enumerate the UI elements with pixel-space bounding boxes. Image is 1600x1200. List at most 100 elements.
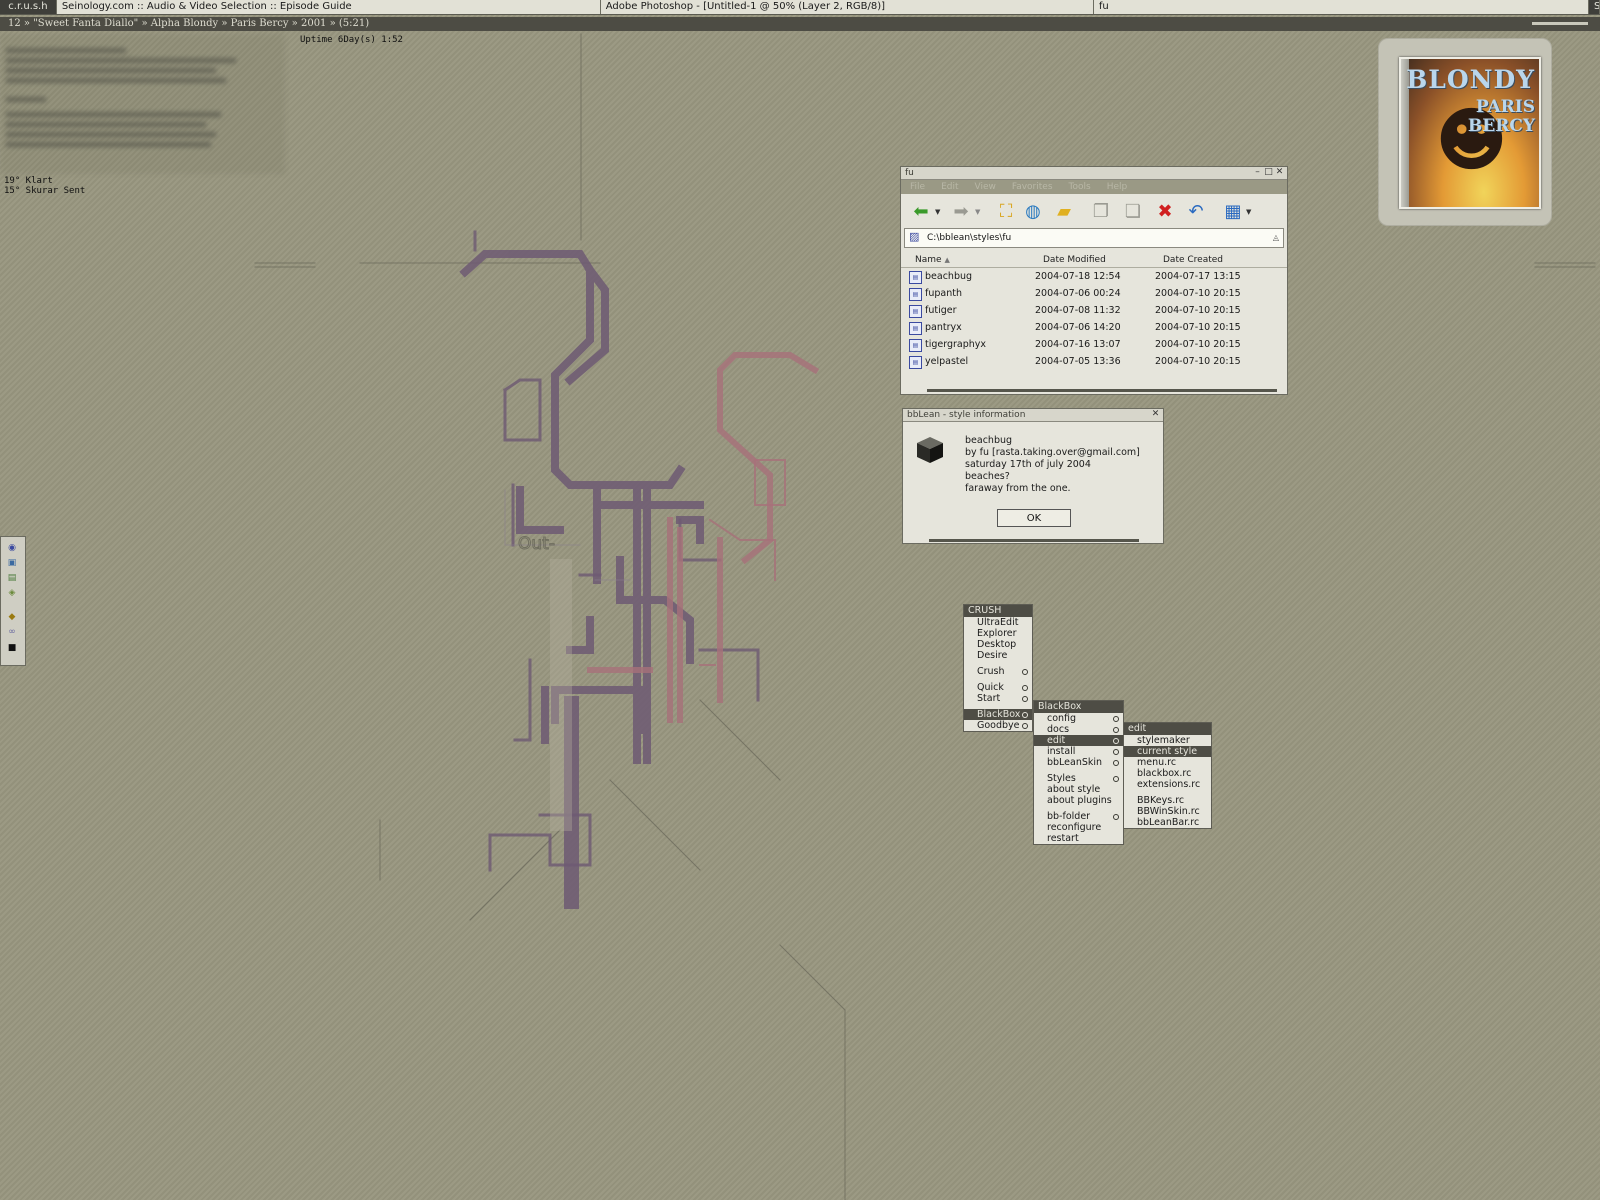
- blackbox-menu-title[interactable]: BlackBox: [1034, 701, 1123, 713]
- menu-item-ultraedit[interactable]: UltraEdit: [964, 617, 1032, 628]
- menu-tools[interactable]: Tools: [1060, 180, 1098, 194]
- menu-item-extensions-rc[interactable]: extensions.rc: [1124, 779, 1211, 790]
- menu-item-docs[interactable]: docs: [1034, 724, 1123, 735]
- file-list: ▤ beachbug 2004-07-18 12:54 2004-07-17 13:1…: [901, 268, 1287, 370]
- address-input[interactable]: C:\bblean\styles\fu: [927, 229, 1011, 247]
- explorer-window: fu – □ ✕ File Edit View Favorites Tools …: [900, 166, 1288, 395]
- folder-up-icon[interactable]: ⛶: [995, 201, 1017, 223]
- edit-menu-title[interactable]: edit: [1124, 723, 1211, 735]
- uptime-readout: Uptime 6Day(s) 1:52: [300, 35, 403, 45]
- explorer-titlebar[interactable]: fu – □ ✕: [901, 167, 1287, 180]
- globe-icon[interactable]: ◉: [6, 543, 18, 554]
- start-label[interactable]: c.r.u.s.h: [0, 0, 57, 14]
- submenu-indicator-icon: [1022, 685, 1028, 691]
- menu-item-edit[interactable]: edit: [1034, 735, 1123, 746]
- globe-icon[interactable]: ◍: [1022, 201, 1044, 223]
- file-name: beachbug: [925, 271, 973, 282]
- back-arrow-icon[interactable]: ⬅: [910, 201, 932, 223]
- column-date-modified[interactable]: Date Modified: [1043, 253, 1163, 267]
- menu-item-bbwinskin-rc[interactable]: BBWinSkin.rc: [1124, 806, 1211, 817]
- table-row[interactable]: ▤ pantryx 2004-07-06 14:20 2004-07-10 20:15: [901, 319, 1287, 336]
- menu-item-desktop[interactable]: Desktop: [964, 639, 1032, 650]
- folders-icon[interactable]: ▰: [1053, 201, 1075, 223]
- horizontal-scrollbar[interactable]: [927, 389, 1277, 392]
- link-icon[interactable]: ∞: [6, 627, 18, 638]
- forward-dropdown-icon[interactable]: ▼: [975, 208, 980, 216]
- menu-favorites[interactable]: Favorites: [1003, 180, 1060, 194]
- terminal-icon[interactable]: ■: [6, 643, 18, 654]
- folder-address-icon: ▨: [909, 230, 920, 243]
- table-row[interactable]: ▤ beachbug 2004-07-18 12:54 2004-07-17 13:1…: [901, 268, 1287, 285]
- undo-icon[interactable]: ↶: [1185, 201, 1207, 223]
- file-modified: 2004-07-18 12:54: [1035, 271, 1121, 282]
- views-dropdown-icon[interactable]: ▼: [1246, 208, 1251, 216]
- menu-item-start[interactable]: Start: [964, 693, 1032, 704]
- address-dropdown-icon[interactable]: ◬: [1273, 229, 1279, 247]
- maximize-icon[interactable]: □: [1263, 167, 1274, 178]
- taskbar-task-fu[interactable]: fu: [1094, 0, 1590, 14]
- menu-item-reconfigure[interactable]: reconfigure: [1034, 822, 1123, 833]
- menu-item-menu-rc[interactable]: menu.rc: [1124, 757, 1211, 768]
- menu-item-about-plugins[interactable]: about plugins: [1034, 795, 1123, 806]
- menu-item-explorer[interactable]: Explorer: [964, 628, 1032, 639]
- menu-item-crush[interactable]: Crush: [964, 666, 1032, 677]
- taskbar-task-seinology[interactable]: Seinology.com :: Audio & Video Selection…: [57, 0, 601, 14]
- table-row[interactable]: ▤ tigergraphyx 2004-07-16 13:07 2004-07-10 …: [901, 336, 1287, 353]
- column-date-created[interactable]: Date Created: [1163, 253, 1283, 267]
- taskbar: c.r.u.s.h Seinology.com :: Audio & Video…: [0, 0, 1600, 15]
- menu-item-bbleanbar-rc[interactable]: bbLeanBar.rc: [1124, 817, 1211, 828]
- minimize-icon[interactable]: –: [1252, 167, 1263, 178]
- album-artist-text: BLONDY: [1406, 65, 1535, 94]
- close-icon[interactable]: ✕: [1150, 409, 1161, 420]
- close-icon[interactable]: ✕: [1274, 167, 1285, 178]
- volume-slider[interactable]: [1532, 22, 1588, 25]
- menu-item-desire[interactable]: Desire: [964, 650, 1032, 661]
- menu-item-about-style[interactable]: about style: [1034, 784, 1123, 795]
- album-cover[interactable]: ☻ BLONDY PARIS BERCY: [1399, 57, 1541, 209]
- submenu-indicator-icon: [1022, 696, 1028, 702]
- menu-item-goodbye[interactable]: Goodbye: [964, 720, 1032, 731]
- menu-view[interactable]: View: [966, 180, 1003, 194]
- menu-item-quick[interactable]: Quick: [964, 682, 1032, 693]
- copy-to-icon[interactable]: ❐: [1090, 201, 1112, 223]
- table-row[interactable]: ▤ fupanth 2004-07-06 00:24 2004-07-10 20:15: [901, 285, 1287, 302]
- table-row[interactable]: ▤ futiger 2004-07-08 11:32 2004-07-10 20:15: [901, 302, 1287, 319]
- menu-item-bbkeys-rc[interactable]: BBKeys.rc: [1124, 795, 1211, 806]
- crush-menu-title[interactable]: CRUSH: [964, 605, 1032, 617]
- submenu-indicator-icon: [1113, 727, 1119, 733]
- menu-item-blackbox-rc[interactable]: blackbox.rc: [1124, 768, 1211, 779]
- taskbar-task-photoshop[interactable]: Adobe Photoshop - [Untitled-1 @ 50% (Lay…: [601, 0, 1094, 14]
- forward-arrow-icon[interactable]: ➡: [950, 201, 972, 223]
- menu-item-stylemaker[interactable]: stylemaker: [1124, 735, 1211, 746]
- menu-item-blackbox[interactable]: BlackBox: [964, 709, 1032, 720]
- menu-edit[interactable]: Edit: [932, 180, 965, 194]
- weather-tomorrow: 15° Skurar Sent: [4, 186, 86, 196]
- menu-item-bbleanskin[interactable]: bbLeanSkin: [1034, 757, 1123, 768]
- menu-help[interactable]: Help: [1098, 180, 1135, 194]
- move-to-icon[interactable]: ❏: [1122, 201, 1144, 223]
- style-file-icon: ▤: [909, 322, 922, 335]
- menu-item-styles[interactable]: Styles: [1034, 773, 1123, 784]
- table-row[interactable]: ▤ yelpastel 2004-07-05 13:36 2004-07-10 20:…: [901, 353, 1287, 370]
- explorer-toolbar: ⬅ ▼ ➡ ▼ ⛶ ◍ ▰ ❐ ❏ ✖ ↶ ▦ ▼: [901, 194, 1287, 228]
- warning-icon[interactable]: ◆: [6, 612, 18, 623]
- back-dropdown-icon[interactable]: ▼: [935, 208, 940, 216]
- ok-button[interactable]: OK: [997, 509, 1071, 527]
- menu-item-current-style[interactable]: current style: [1124, 746, 1211, 757]
- style-info-titlebar[interactable]: bbLean - style information ✕: [903, 409, 1163, 422]
- sort-ascending-icon: ▲: [944, 256, 950, 264]
- menu-item-config[interactable]: config: [1034, 713, 1123, 724]
- menu-item-restart[interactable]: restart: [1034, 833, 1123, 844]
- views-icon[interactable]: ▦: [1222, 201, 1244, 223]
- image-icon[interactable]: ▣: [6, 558, 18, 569]
- document-icon[interactable]: ▤: [6, 573, 18, 584]
- delete-icon[interactable]: ✖: [1154, 201, 1176, 223]
- address-bar[interactable]: ▨ C:\bblean\styles\fu ◬: [904, 228, 1284, 248]
- menu-file[interactable]: File: [901, 180, 932, 194]
- menu-item-install[interactable]: install: [1034, 746, 1123, 757]
- tag-icon[interactable]: ◈: [6, 588, 18, 599]
- explorer-menubar: File Edit View Favorites Tools Help: [901, 180, 1287, 194]
- wallpaper-artwork: Out-: [254, 33, 1596, 1200]
- menu-item-bb-folder[interactable]: bb-folder: [1034, 811, 1123, 822]
- column-name[interactable]: Name ▲: [915, 253, 1035, 267]
